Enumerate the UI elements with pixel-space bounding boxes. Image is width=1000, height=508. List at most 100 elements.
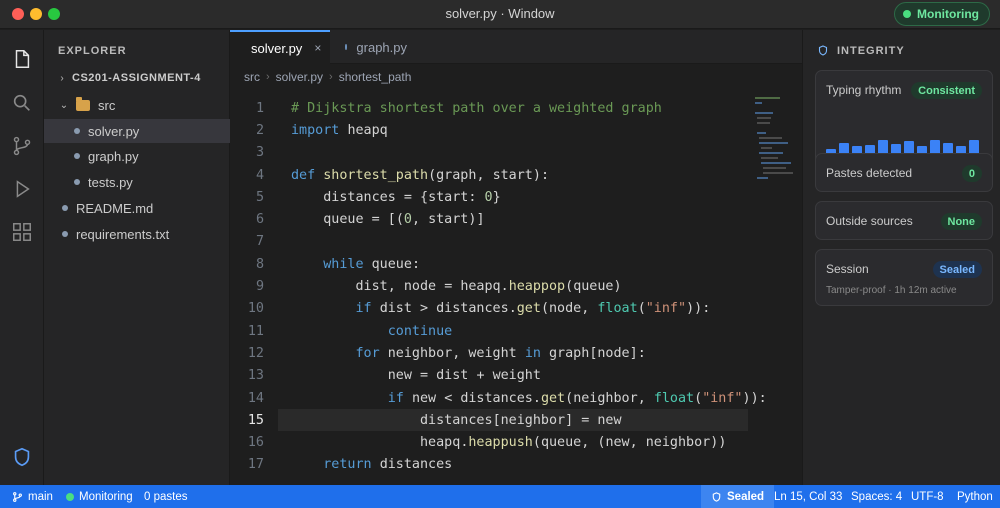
- minimap-line: [763, 167, 786, 169]
- tab-label: solver.py: [251, 40, 303, 56]
- line-number: 4: [255, 167, 264, 183]
- minimap-line: [759, 137, 782, 139]
- code-line[interactable]: 5 distances = {start: 0}: [230, 186, 750, 208]
- tree-item-solver[interactable]: solver.py: [44, 119, 230, 143]
- file-icon: [74, 179, 80, 185]
- minimap-line: [755, 102, 762, 104]
- file-icon: [62, 205, 68, 211]
- tab-label: graph.py: [356, 39, 407, 55]
- minimap[interactable]: [755, 97, 793, 217]
- tree-item-requirements[interactable]: requirements.txt: [44, 222, 230, 246]
- encoding[interactable]: UTF-8: [911, 485, 944, 508]
- shield-icon: [712, 491, 721, 502]
- code-text: new = dist + weight: [387, 368, 541, 384]
- minimap-line: [757, 177, 768, 179]
- project-root[interactable]: › CS201-ASSIGNMENT-4: [44, 66, 230, 90]
- code-text: dist, node = heapq.heappop(queue): [355, 279, 622, 295]
- pastes-count[interactable]: 0 pastes: [144, 485, 187, 508]
- project-name: CS201-ASSIGNMENT-4: [72, 72, 201, 84]
- breadcrumb-item[interactable]: src: [244, 70, 260, 84]
- code-line[interactable]: 1 # Dijkstra shortest path over a weighte…: [230, 97, 750, 119]
- code-line[interactable]: 14 if new < distances.get(neighbor, floa…: [230, 387, 767, 409]
- integrity-header: INTEGRITY: [817, 44, 905, 57]
- code-line[interactable]: 17 return distances: [230, 454, 750, 476]
- branch-indicator[interactable]: main: [12, 485, 53, 508]
- code-text: if dist > distances.get(node, float("inf…: [355, 301, 711, 317]
- tab-bar: solver.py × graph.py: [230, 30, 802, 64]
- code-text: import heapq: [291, 122, 388, 138]
- sealed-indicator[interactable]: Sealed: [701, 485, 775, 508]
- outside-sources-card: Outside sources None: [815, 201, 993, 240]
- minimap-line: [759, 142, 788, 144]
- code-text: distances[neighbor] = new: [420, 412, 622, 428]
- code-line[interactable]: 12 for neighbor, weight in graph[node]:: [230, 342, 750, 364]
- activity-bar: [0, 30, 44, 485]
- session-detail: Tamper-proof · 1h 12m active: [826, 285, 957, 296]
- status-badge: Consistent: [911, 82, 982, 99]
- tab-graph[interactable]: graph.py: [333, 30, 419, 64]
- close-tab-icon[interactable]: ×: [314, 41, 321, 55]
- title-bar: solver.py · Window Monitoring: [0, 0, 1000, 29]
- code-line[interactable]: 8 while queue:: [230, 253, 750, 275]
- files-icon[interactable]: [10, 47, 34, 71]
- code-line[interactable]: 7: [230, 231, 750, 253]
- code-line[interactable]: 2 import heapq: [230, 119, 750, 141]
- status-badge: 0: [961, 165, 982, 182]
- tree-item-readme[interactable]: README.md: [44, 196, 230, 220]
- run-icon[interactable]: [10, 177, 34, 201]
- card-label: Typing rhythm: [826, 83, 902, 97]
- monitoring-status: Monitoring: [79, 490, 133, 503]
- integrity-panel: INTEGRITY Typing rhythm Consistent Paste…: [802, 30, 1000, 485]
- card-label: Outside sources: [826, 214, 913, 228]
- minimap-line: [759, 152, 784, 154]
- code-line[interactable]: 9 dist, node = heapq.heappop(queue): [230, 275, 750, 297]
- pastes-card: Pastes detected 0: [815, 153, 993, 192]
- line-number: 9: [255, 279, 264, 295]
- integrity-title: INTEGRITY: [837, 44, 905, 57]
- line-number: 12: [247, 345, 264, 361]
- code-text: heapq.heappush(queue, (new, neighbor)): [420, 435, 727, 451]
- editor-area: solver.py × graph.py src › solver.py › s…: [230, 30, 802, 485]
- shield-icon[interactable]: [10, 445, 34, 469]
- minimap-line: [755, 97, 781, 99]
- code-line[interactable]: 3: [230, 142, 750, 164]
- code-line[interactable]: 11 continue: [230, 320, 750, 342]
- language-mode[interactable]: Python: [957, 485, 993, 508]
- minimap-line: [761, 157, 779, 159]
- sealed-label: Sealed: [727, 490, 765, 503]
- tree-item-label: src: [98, 97, 116, 113]
- code-text: if new < distances.get(neighbor, float("…: [387, 390, 767, 406]
- code-line[interactable]: 16 heapq.heappush(queue, (new, neighbor)…: [230, 432, 750, 454]
- indentation[interactable]: Spaces: 4: [851, 485, 902, 508]
- status-bar: main Monitoring 0 pastes Sealed Ln 15, C…: [0, 485, 1000, 508]
- cursor-position[interactable]: Ln 15, Col 33: [774, 485, 842, 508]
- branch-icon: [13, 491, 22, 502]
- tab-solver[interactable]: solver.py ×: [230, 30, 330, 64]
- card-label: Session: [826, 262, 869, 276]
- code-line[interactable]: 4 def shortest_path(graph, start):: [230, 164, 750, 186]
- code-line[interactable]: 10 if dist > distances.get(node, float("…: [230, 298, 750, 320]
- line-number: 1: [255, 100, 264, 116]
- minimap-line: [755, 112, 773, 114]
- line-number: 14: [247, 390, 264, 406]
- extensions-icon[interactable]: [10, 220, 34, 244]
- source-control-icon[interactable]: [10, 134, 34, 158]
- code-line[interactable]: 13 new = dist + weight: [230, 365, 750, 387]
- code-text: while queue:: [323, 256, 420, 272]
- search-icon[interactable]: [10, 91, 34, 115]
- breadcrumb-item[interactable]: shortest_path: [339, 70, 412, 84]
- tree-item-graph[interactable]: graph.py: [44, 144, 230, 168]
- tree-item-tests[interactable]: tests.py: [44, 170, 230, 194]
- breadcrumb-item[interactable]: solver.py: [276, 70, 323, 84]
- monitoring-indicator[interactable]: Monitoring: [66, 485, 133, 508]
- code-line[interactable]: 6 queue = [(0, start)]: [230, 209, 750, 231]
- file-icon: [62, 231, 68, 237]
- minimap-line: [757, 132, 766, 134]
- monitoring-pill[interactable]: Monitoring: [894, 2, 990, 26]
- line-number: 10: [247, 301, 264, 317]
- folder-src[interactable]: ⌄ src: [44, 93, 230, 117]
- status-badge: None: [940, 213, 982, 230]
- code-line[interactable]: 15 distances[neighbor] = new: [230, 409, 750, 431]
- explorer-title: EXPLORER: [58, 45, 127, 57]
- line-number: 16: [247, 435, 264, 451]
